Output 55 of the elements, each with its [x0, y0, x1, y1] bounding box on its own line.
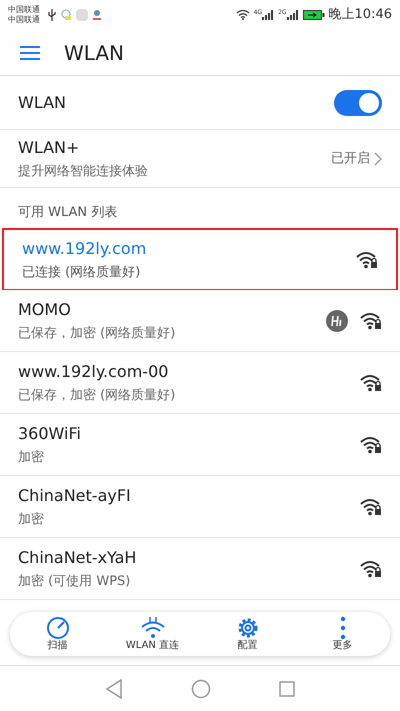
wifi-direct-icon	[140, 616, 166, 640]
network-status: 已保存，加密 (网络质量好)	[18, 386, 176, 405]
scan-icon	[46, 616, 70, 640]
network-name: MOMO	[18, 298, 72, 321]
setting-label: WLAN	[18, 92, 66, 114]
network-name: 360WiFi	[18, 422, 81, 445]
network-status: 加密	[18, 448, 45, 467]
wifi-lock-icon	[360, 374, 382, 392]
notification-icon	[92, 9, 102, 21]
network-row[interactable]: ChinaNet-xYaH 加密 (可使用 WPS)	[0, 538, 400, 600]
setting-description: 提升网络智能连接体验	[18, 162, 148, 181]
carrier-name: 中国联通	[8, 5, 40, 15]
status-time: 晚上10:46	[328, 6, 392, 24]
network-status: 已保存，加密 (网络质量好)	[18, 324, 176, 343]
cell-signal-icon	[262, 10, 274, 20]
network-status: 加密 (可使用 WPS)	[18, 572, 132, 591]
network-name: ChinaNet-xYaH	[18, 546, 136, 569]
network-name: www.192ly.com-00	[18, 360, 170, 383]
wifi-lock-icon	[356, 250, 378, 268]
network-name: www.192ly.com	[22, 238, 146, 260]
setting-value: 已开启	[331, 150, 370, 168]
network-status: 加密	[18, 510, 45, 529]
keyboard-icon	[76, 9, 88, 21]
network-row[interactable]: 360WiFi 加密	[0, 414, 400, 476]
network-row[interactable]: www.192ly.com 已连接 (网络质量好)	[2, 228, 398, 290]
page-title: WLAN	[64, 40, 124, 66]
toolbar-button[interactable]: 配置	[208, 616, 288, 652]
network-row[interactable]: www.192ly.com-00 已保存，加密 (网络质量好)	[0, 352, 400, 414]
wifi-lock-icon	[360, 560, 382, 578]
recents-icon[interactable]	[279, 680, 295, 696]
wifi-lock-icon	[360, 498, 382, 516]
network-name: ChinaNet-ayFI	[18, 484, 131, 507]
settings-icon	[236, 616, 260, 640]
back-icon[interactable]	[105, 678, 123, 698]
network-row[interactable]: ChinaNet-ayFI 加密	[0, 476, 400, 538]
network-status: 已连接 (网络质量好)	[22, 264, 142, 282]
menu-icon[interactable]	[20, 44, 40, 60]
more-icon	[340, 616, 346, 640]
toolbar-button[interactable]: 更多	[302, 616, 382, 652]
toolbar-button[interactable]: WLAN 直连	[112, 616, 192, 652]
toggle-switch[interactable]	[334, 90, 382, 116]
section-header: 可用 WLAN 列表	[18, 204, 118, 222]
chevron-right-icon	[374, 152, 382, 166]
setting-label: WLAN+	[18, 136, 80, 159]
wifi-lock-icon	[360, 312, 382, 330]
cell-signal-icon	[286, 10, 299, 20]
notification-icon	[60, 9, 72, 21]
usb-icon	[48, 9, 56, 21]
network-row[interactable]: MOMO 已保存，加密 (网络质量好)	[0, 290, 400, 352]
toolbar-button[interactable]: 扫描	[18, 616, 98, 652]
carrier-name: 中国联通	[8, 15, 40, 25]
wifi-signal-icon	[236, 10, 250, 20]
wifi-lock-icon	[360, 436, 382, 454]
battery-icon	[302, 10, 325, 20]
home-icon[interactable]	[191, 678, 211, 698]
